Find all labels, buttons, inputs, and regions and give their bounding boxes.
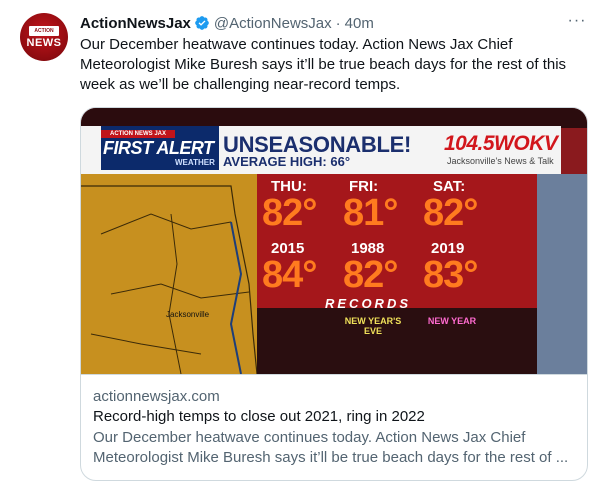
more-options-icon[interactable]: ··· bbox=[566, 12, 588, 34]
record-temp: 82° bbox=[343, 254, 398, 296]
verified-badge-icon bbox=[195, 16, 209, 30]
nye-graphic-left: NEW YEAR'S EVE bbox=[344, 316, 402, 336]
card-description: Our December heatwave continues today. A… bbox=[93, 428, 579, 468]
display-name[interactable]: ActionNewsJax bbox=[80, 15, 191, 32]
forecast-temp: 82° bbox=[262, 192, 317, 234]
avatar[interactable]: ACTION NEWS JAX NEWS bbox=[20, 13, 68, 61]
map-borders bbox=[81, 185, 258, 374]
tweet-header: ActionNewsJax @ActionNewsJax · 40m bbox=[80, 13, 374, 33]
station-tagline: Jacksonville's News & Talk bbox=[447, 156, 554, 166]
card-description-line: Meteorologist Mike Buresh says it’ll be … bbox=[93, 449, 569, 466]
nye-graphic-right: NEW YEAR bbox=[427, 316, 477, 326]
first-alert-title: FIRST ALERT bbox=[103, 138, 214, 158]
forecast-temp: 82° bbox=[423, 192, 478, 234]
region-map: Jacksonville bbox=[81, 174, 258, 374]
records-label: RECORDS bbox=[325, 296, 412, 311]
forecast-temp: 81° bbox=[343, 192, 398, 234]
timestamp[interactable]: 40m bbox=[345, 15, 374, 32]
graphic-subhead: AVERAGE HIGH: 66° bbox=[223, 154, 351, 169]
link-card[interactable]: ACTION NEWS JAX FIRST ALERT WEATHER UNSE… bbox=[80, 107, 588, 481]
avatar-badge: ACTION NEWS JAX bbox=[29, 26, 59, 44]
avatar-news-text: NEWS bbox=[26, 37, 62, 49]
station-logo: 104.5WOKV bbox=[444, 132, 558, 155]
banner-top bbox=[81, 108, 587, 128]
weather-label: WEATHER bbox=[175, 158, 215, 167]
card-title: Record-high temps to close out 2021, rin… bbox=[93, 408, 425, 425]
station-tag: ACTION NEWS JAX bbox=[101, 130, 175, 138]
tweet-text: Our December heatwave continues today. A… bbox=[80, 36, 567, 93]
separator-dot: · bbox=[335, 14, 341, 32]
city-background bbox=[537, 174, 587, 374]
map-city-label: Jacksonville bbox=[166, 310, 210, 319]
handle[interactable]: @ActionNewsJax bbox=[214, 15, 332, 32]
card-meta[interactable]: actionnewsjax.com Record-high temps to c… bbox=[81, 374, 587, 480]
record-temp: 84° bbox=[262, 254, 317, 296]
card-domain: actionnewsjax.com bbox=[93, 388, 220, 405]
record-temp: 83° bbox=[423, 254, 478, 296]
card-description-line: Our December heatwave continues today. A… bbox=[93, 429, 526, 446]
card-image[interactable]: ACTION NEWS JAX FIRST ALERT WEATHER UNSE… bbox=[81, 108, 587, 374]
tweet[interactable]: ACTION NEWS JAX NEWS ActionNewsJax @Acti… bbox=[0, 0, 606, 484]
